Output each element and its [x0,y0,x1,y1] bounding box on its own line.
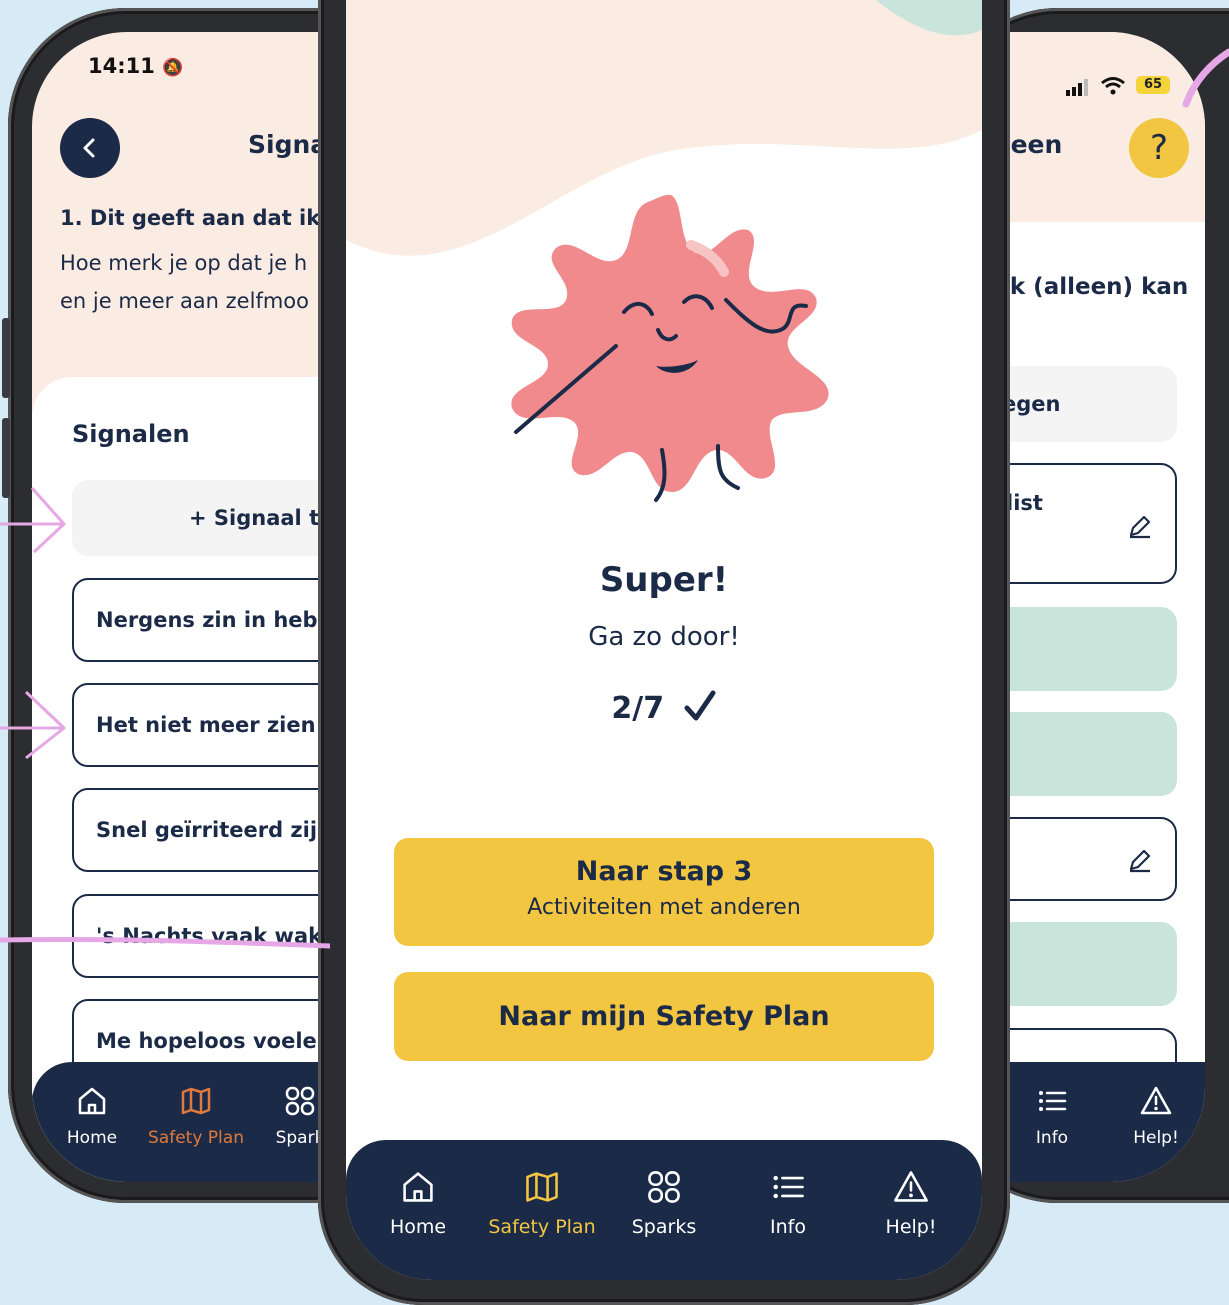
nav-label: Home [66,1128,118,1148]
nav-help[interactable]: Help! [1126,1084,1186,1148]
wifi-icon [1101,77,1125,95]
mascot-illustration [511,194,829,502]
nav-label: Info [1035,1128,1069,1148]
stroke-decoration [1182,48,1229,108]
nav-label: Info [770,1216,806,1238]
map-icon [526,1172,558,1202]
alert-icon [1140,1086,1172,1115]
bell-off-icon: 🔕 [162,58,184,78]
nav-help[interactable]: Help! [876,1168,946,1238]
section-title: Signalen [72,420,190,448]
status-time: 14:11 🔕 [88,54,184,78]
nav-safety-plan[interactable]: Safety Plan [144,1084,248,1148]
nav-label: Sparks [631,1216,697,1238]
button-title: Naar stap 3 [575,856,753,887]
step-question: 1. Dit geeft aan dat ik h [60,206,343,230]
help-button[interactable]: ? [1129,118,1189,178]
arrow-decoration [0,487,66,760]
step-progress: 2/7 [346,690,982,726]
screen-step-complete: Super! Ga zo door! 2/7 Naar stap 3 Activ… [346,0,982,1280]
volume-up-button [2,318,10,398]
nav-label: Safety Plan [148,1128,244,1148]
nav-home[interactable]: Home [386,1168,450,1238]
alert-icon [894,1171,928,1202]
progress-text: 2/7 [611,691,665,726]
nav-info[interactable]: Info [756,1168,820,1238]
grid-icon [648,1171,680,1203]
list-icon [773,1175,804,1199]
check-icon [684,690,716,721]
headline: Super! [599,560,729,600]
phone-center: Super! Ga zo door! 2/7 Naar stap 3 Activ… [318,0,1010,1305]
next-step-button[interactable]: Naar stap 3 Activiteiten met anderen [394,838,934,946]
nav-home[interactable]: Home [62,1084,122,1148]
safety-plan-button[interactable]: Naar mijn Safety Plan [394,972,934,1061]
pencil-icon[interactable] [1127,847,1153,873]
grid-icon [285,1086,315,1116]
nav-label: Help! [1133,1128,1179,1148]
bottom-nav: Home Safety Plan Sparks Info Help! [346,1140,982,1280]
list-icon [1039,1091,1067,1111]
button-subtitle: Activiteiten met anderen [527,895,801,920]
nav-info[interactable]: Info [1022,1084,1082,1148]
nav-sparks[interactable]: Sparks [628,1168,700,1238]
step-question: ik (alleen) kan [1002,274,1189,300]
signal-strength-icon [1066,79,1088,96]
card-label: list [1006,491,1043,515]
button-title: Naar mijn Safety Plan [498,1001,830,1032]
subline: Ga zo door! [588,622,740,652]
home-icon [403,1172,433,1202]
map-icon [181,1087,211,1115]
nav-label: Help! [885,1216,937,1238]
nav-safety-plan[interactable]: Safety Plan [484,1168,600,1238]
chevron-left-icon [83,138,95,158]
home-icon [78,1087,106,1115]
pencil-icon[interactable] [1127,513,1153,539]
nav-label: Safety Plan [488,1216,596,1238]
underline-decoration [0,936,330,949]
nav-label: Home [389,1216,447,1238]
page-title: leen [1002,130,1063,159]
battery-indicator: 65 [1136,76,1170,94]
back-button[interactable] [60,118,120,178]
